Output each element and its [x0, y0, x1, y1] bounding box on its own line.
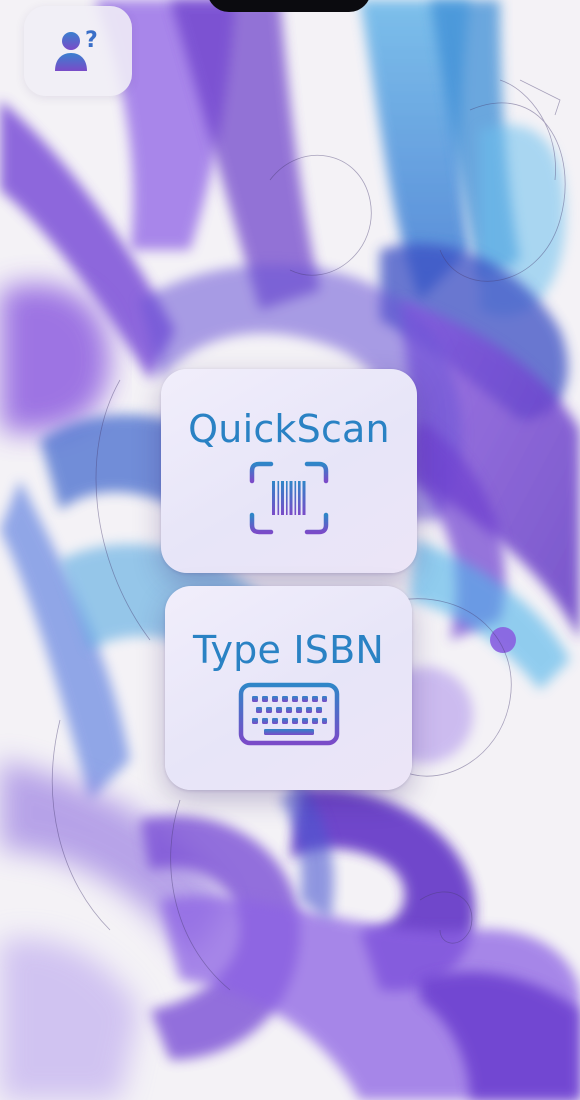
type-isbn-label: Type ISBN	[193, 628, 384, 672]
quickscan-button[interactable]: QuickScan	[161, 369, 417, 573]
person-question-icon: ?	[55, 28, 98, 71]
device-notch	[207, 0, 371, 12]
svg-text:?: ?	[85, 28, 98, 53]
barcode-viewfinder-icon	[249, 461, 329, 535]
keyboard-icon	[238, 682, 339, 746]
account-help-button[interactable]: ?	[24, 6, 132, 96]
type-isbn-button[interactable]: Type ISBN	[165, 586, 412, 790]
quickscan-label: QuickScan	[188, 407, 390, 451]
